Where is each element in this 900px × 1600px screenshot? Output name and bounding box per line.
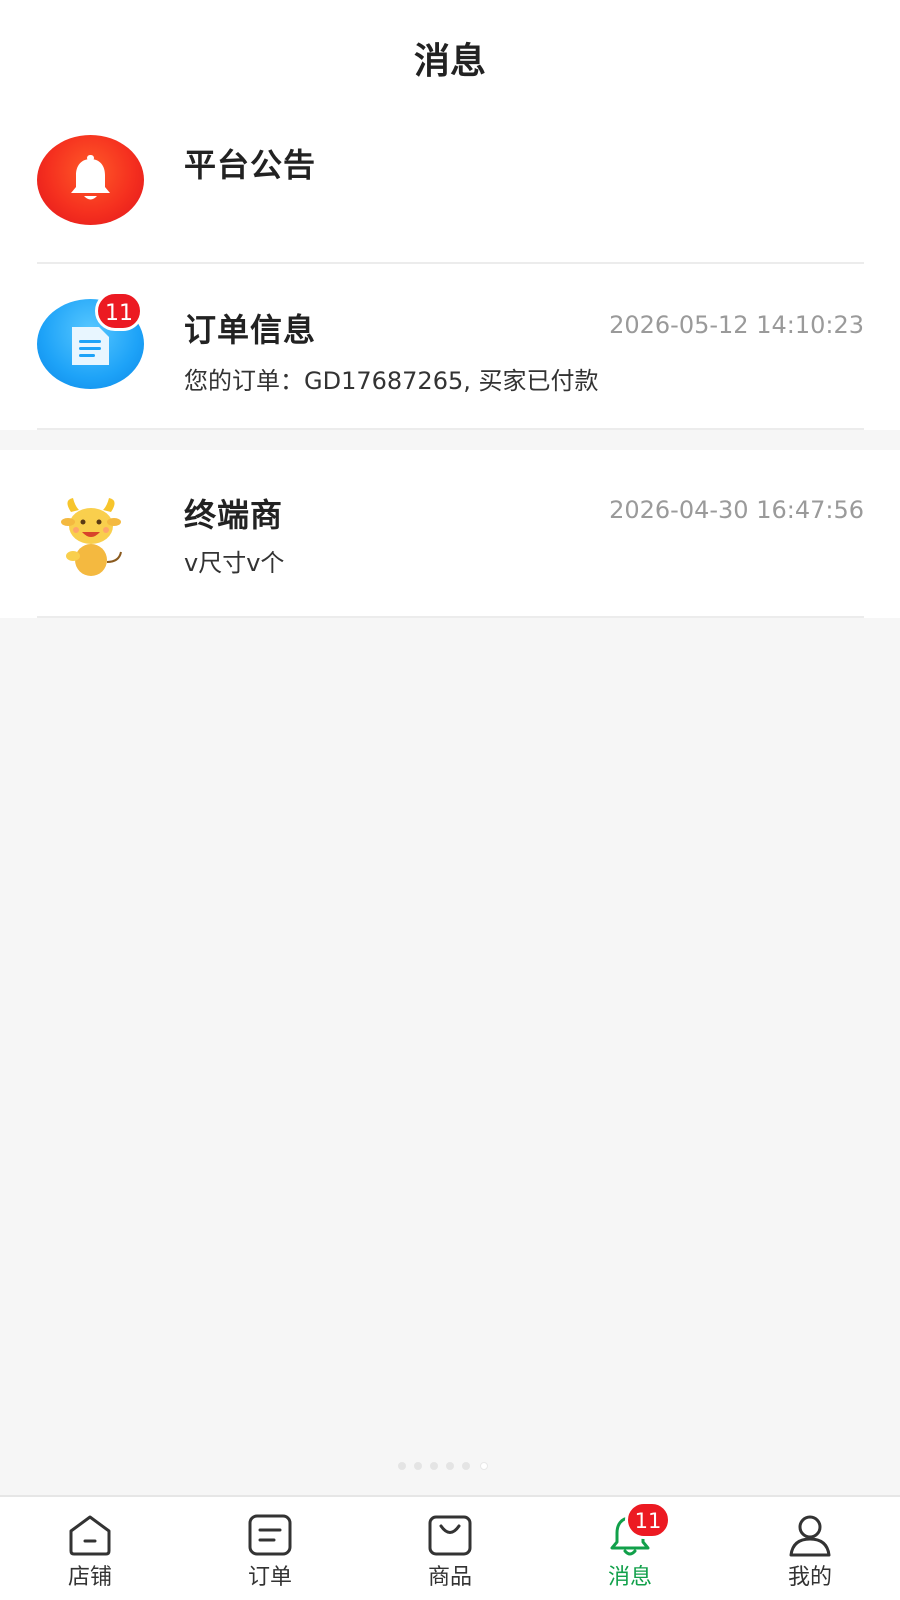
list-item-platform-announcement[interactable]: 平台公告	[0, 105, 900, 265]
divider	[37, 616, 864, 618]
divider	[37, 428, 864, 430]
tab-label: 店铺	[67, 1565, 112, 1590]
unread-badge: 11	[625, 1501, 671, 1539]
list-item-order-info[interactable]: 11 订单信息 2026-05-12 14:10:23 您的订单：GD17687…	[0, 265, 900, 430]
tab-messages[interactable]: 11 消息	[540, 1497, 720, 1600]
system-messages-section: 平台公告 11 订单信息 2026-05-12 14:10:23 您的订单：GD…	[0, 105, 900, 430]
list-item-terminal-dealer[interactable]: 终端商 2026-04-30 16:47:56 v尺寸v个	[0, 450, 900, 618]
order-icon	[248, 1514, 292, 1556]
order-info-preview: 您的订单：GD17687265, 买家已付款	[184, 367, 599, 395]
divider	[37, 262, 864, 264]
tab-label: 消息	[607, 1565, 652, 1590]
terminal-dealer-title: 终端商	[184, 496, 284, 534]
unread-badge: 11	[95, 291, 143, 331]
tab-profile[interactable]: 我的	[720, 1497, 900, 1600]
bottom-tab-bar: 店铺 订单 商品 11 消息 我的	[0, 1495, 900, 1600]
terminal-dealer-preview: v尺寸v个	[184, 549, 285, 577]
announcement-avatar	[37, 135, 144, 225]
store-icon	[69, 1515, 111, 1556]
tab-products[interactable]: 商品	[360, 1497, 540, 1600]
terminal-dealer-time: 2026-04-30 16:47:56	[609, 496, 864, 524]
user-icon	[789, 1515, 831, 1557]
page-indicator	[398, 1462, 502, 1470]
order-info-time: 2026-05-12 14:10:23	[609, 311, 864, 339]
announcement-title: 平台公告	[184, 146, 317, 184]
bell-icon	[71, 155, 110, 200]
order-info-title: 订单信息	[184, 311, 317, 349]
tab-label: 商品	[427, 1565, 472, 1590]
tab-label: 订单	[247, 1565, 292, 1590]
shopping-bag-icon	[428, 1515, 472, 1556]
tab-label: 我的	[787, 1565, 832, 1590]
tab-store[interactable]: 店铺	[0, 1497, 180, 1600]
page-header: 消息	[0, 0, 900, 105]
chat-messages-section: 终端商 2026-04-30 16:47:56 v尺寸v个	[0, 450, 900, 618]
cow-mascot-icon	[61, 498, 122, 576]
tab-orders[interactable]: 订单	[180, 1497, 360, 1600]
page-title: 消息	[413, 41, 486, 82]
